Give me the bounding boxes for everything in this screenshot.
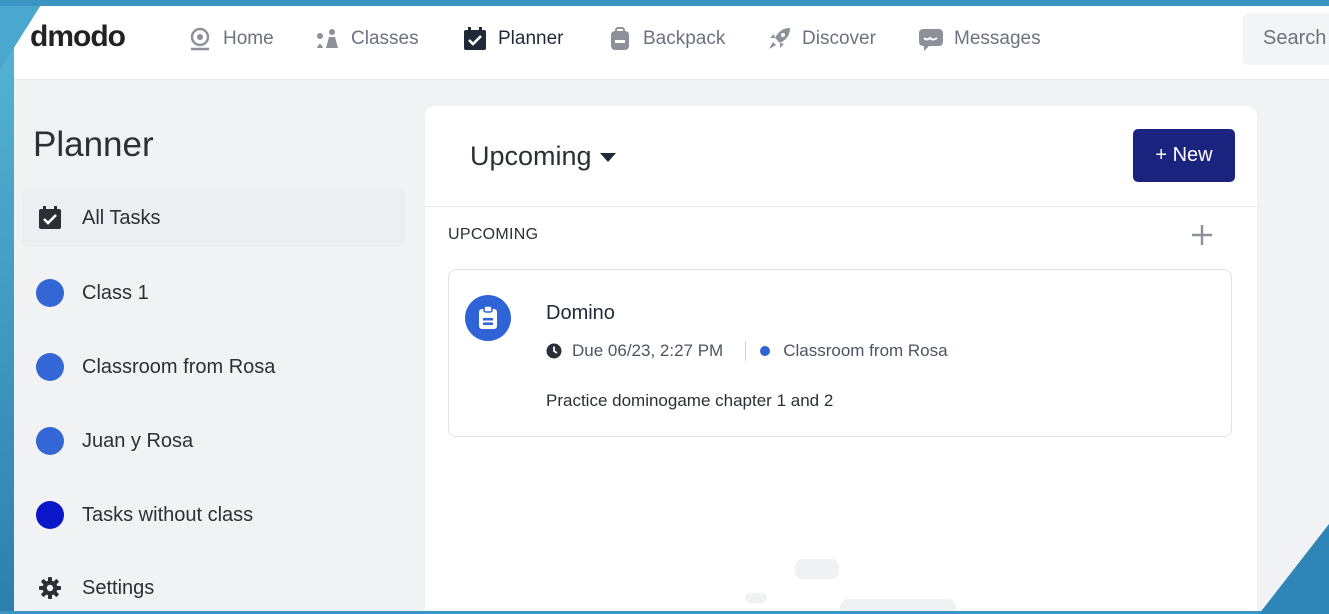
filter-label: Upcoming <box>470 141 592 171</box>
sidebar-item-tasks-without-class[interactable]: Tasks without class <box>22 486 405 544</box>
sidebar-title: Planner <box>33 125 154 164</box>
section-label-upcoming: UPCOMING <box>448 226 539 243</box>
planner-panel: Upcoming + New UPCOMING Domino Due 06/23… <box>425 106 1257 614</box>
sidebar-item-class-1[interactable]: Class 1 <box>22 264 405 322</box>
sidebar-item-label: Settings <box>82 576 155 599</box>
sidebar-item-all-tasks[interactable]: All Tasks <box>22 189 405 247</box>
classes-icon <box>317 29 338 48</box>
backpack-icon <box>611 27 629 50</box>
decorative-frame-corner-br <box>1259 524 1329 614</box>
meta-separator <box>745 341 747 361</box>
loading-placeholder <box>795 559 839 579</box>
nav-classes-label: Classes <box>351 28 419 49</box>
nav-planner-label: Planner <box>498 28 564 49</box>
sidebar-item-label: Classroom from Rosa <box>82 355 276 378</box>
nav-messages[interactable]: Messages <box>918 24 1041 54</box>
sidebar-item-juan-y-rosa[interactable]: Juan y Rosa <box>22 412 405 470</box>
decorative-frame-corner <box>0 0 44 70</box>
sidebar-item-label: All Tasks <box>82 206 161 229</box>
planner-icon <box>464 27 486 50</box>
loading-placeholder <box>745 593 767 603</box>
assignment-icon <box>465 295 511 341</box>
task-meta: Due 06/23, 2:27 PM Classroom from Rosa <box>546 340 948 362</box>
messages-icon <box>919 29 943 51</box>
task-title: Domino <box>546 302 615 324</box>
caret-down-icon <box>599 153 616 162</box>
nav-backpack[interactable]: Backpack <box>607 24 725 54</box>
nav-home-label: Home <box>223 28 274 49</box>
rocket-icon <box>769 28 790 49</box>
nav-discover-label: Discover <box>802 28 876 49</box>
sidebar-item-label: Tasks without class <box>82 503 254 526</box>
home-icon <box>190 27 210 51</box>
calendar-check-icon <box>36 204 64 232</box>
plus-icon[interactable] <box>1189 222 1215 248</box>
nav-classes[interactable]: Classes <box>315 24 419 54</box>
top-navigation-bar: dmodo Home Classes Planner Backpack Disc… <box>0 0 1329 80</box>
decorative-frame-top <box>0 0 1329 6</box>
class-color-dot <box>36 501 64 529</box>
panel-header: Upcoming + New <box>425 106 1257 207</box>
edmodo-logo[interactable]: dmodo <box>30 20 126 54</box>
sidebar-item-label: Juan y Rosa <box>82 429 194 452</box>
sidebar-item-settings[interactable]: Settings <box>22 559 405 614</box>
gear-icon <box>36 574 64 602</box>
nav-messages-label: Messages <box>954 28 1041 49</box>
task-description: Practice dominogame chapter 1 and 2 <box>546 391 834 410</box>
class-color-dot <box>36 427 64 455</box>
new-task-button[interactable]: + New <box>1133 129 1235 182</box>
class-color-dot <box>760 346 771 356</box>
task-card[interactable]: Domino Due 06/23, 2:27 PM Classroom from… <box>448 269 1232 437</box>
search-input[interactable]: Search <box>1243 13 1329 65</box>
task-class-name: Classroom from Rosa <box>783 341 948 360</box>
nav-discover[interactable]: Discover <box>766 24 876 54</box>
task-due-date: Due 06/23, 2:27 PM <box>572 341 724 360</box>
sidebar-item-classroom-from-rosa[interactable]: Classroom from Rosa <box>22 338 405 396</box>
nav-backpack-label: Backpack <box>643 28 726 49</box>
decorative-frame-left <box>0 0 14 614</box>
class-color-dot <box>36 279 64 307</box>
clock-icon <box>546 343 562 359</box>
upcoming-filter-dropdown[interactable]: Upcoming <box>470 141 616 172</box>
sidebar-item-label: Class 1 <box>82 281 149 304</box>
nav-planner[interactable]: Planner <box>462 24 564 54</box>
class-color-dot <box>36 353 64 381</box>
nav-home[interactable]: Home <box>187 24 274 54</box>
